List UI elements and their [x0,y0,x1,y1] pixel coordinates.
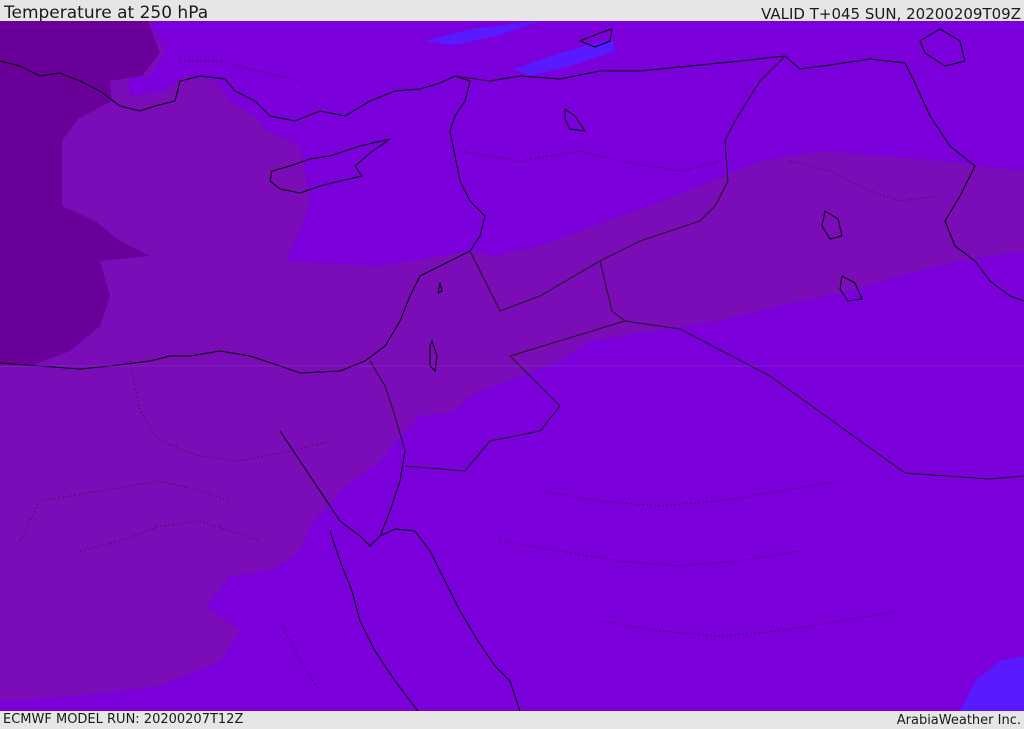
header-bar: Temperature at 250 hPa VALID T+045 SUN, … [0,0,1024,23]
map-canvas [0,21,1024,711]
weather-map[interactable] [0,21,1024,711]
credit-text: ArabiaWeather Inc. [896,713,1021,728]
model-run: ECMWF MODEL RUN: 20200207T12Z [3,712,244,727]
map-title: Temperature at 250 hPa [4,3,209,23]
footer-bar: ECMWF MODEL RUN: 20200207T12Z ArabiaWeat… [0,711,1024,729]
